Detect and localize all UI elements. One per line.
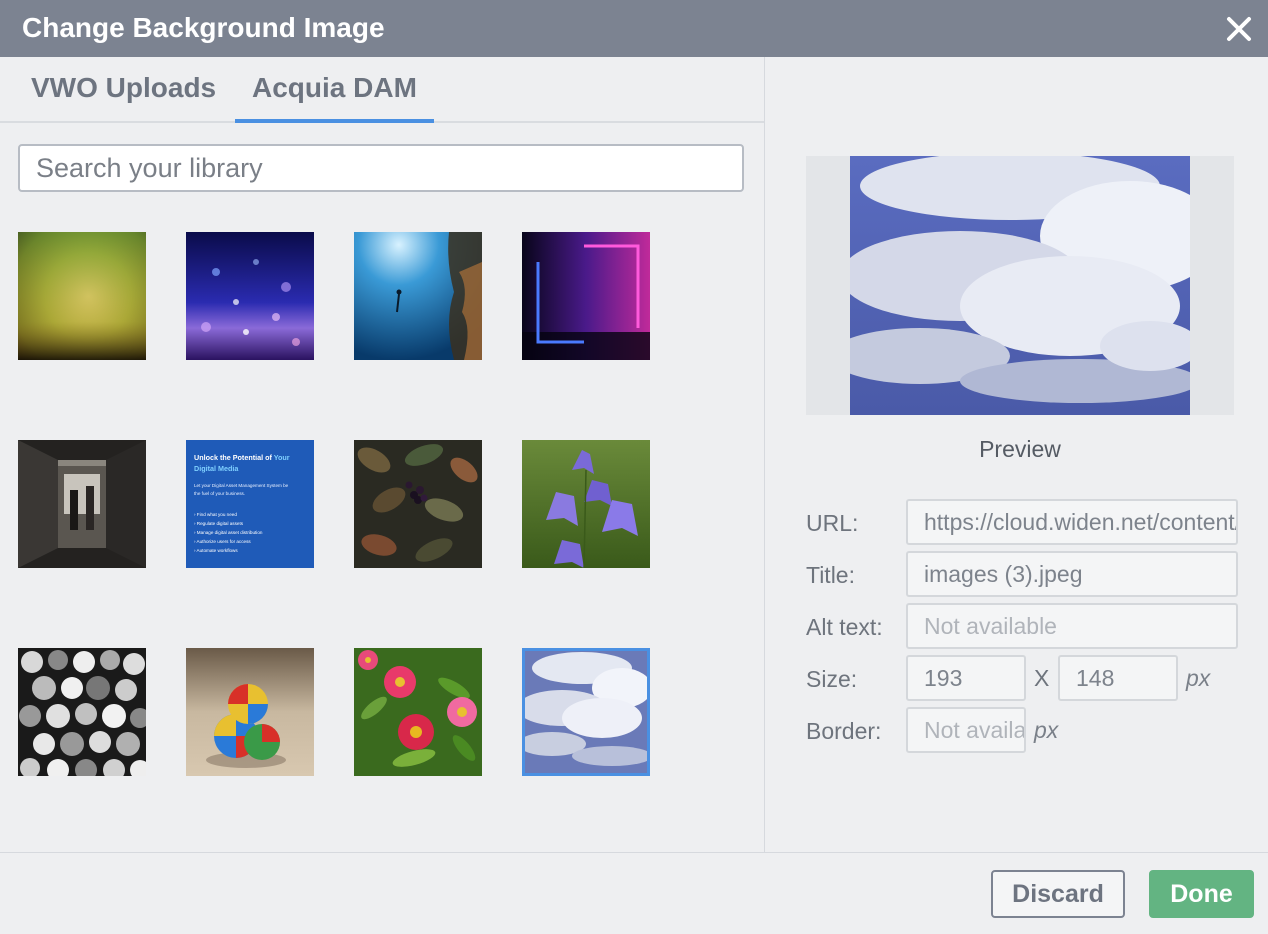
size-separator: X xyxy=(1034,665,1050,691)
preview-frame xyxy=(806,156,1234,415)
size-unit: px xyxy=(1186,665,1211,691)
svg-text:Let your Digital Asset Managem: Let your Digital Asset Management System… xyxy=(194,483,289,488)
thumb-dark-corridor[interactable] xyxy=(18,440,146,568)
border-label: Border: xyxy=(806,718,882,744)
thumb-leaves-berries[interactable] xyxy=(354,440,482,568)
svg-text:› Regulate digital assets: › Regulate digital assets xyxy=(194,521,244,526)
source-tabs: VWO Uploads Acquia DAM xyxy=(0,57,764,123)
thumb-purple-bellflowers[interactable] xyxy=(522,440,650,568)
panel-divider xyxy=(764,57,765,853)
title-field[interactable]: images (3).jpeg xyxy=(906,551,1238,597)
thumb-green-yellow-gradient[interactable] xyxy=(18,232,146,360)
active-tab-indicator xyxy=(235,119,434,123)
width-field[interactable]: 193 xyxy=(906,655,1026,701)
url-field[interactable]: https://cloud.widen.net/content/ xyxy=(906,499,1238,545)
svg-text:Digital Media: Digital Media xyxy=(194,464,239,473)
svg-text:› Automate workflows: › Automate workflows xyxy=(194,548,238,553)
dialog-titlebar: Change Background Image xyxy=(0,0,1268,57)
done-button[interactable]: Done xyxy=(1149,870,1254,918)
height-field[interactable]: 148 xyxy=(1058,655,1178,701)
alt-text-label: Alt text: xyxy=(806,614,883,640)
svg-text:› Authorize users for access: › Authorize users for access xyxy=(194,539,251,544)
thumb-juggling-ball[interactable] xyxy=(186,648,314,776)
svg-text:the fuel of your business.: the fuel of your business. xyxy=(194,491,245,496)
title-label: Title: xyxy=(806,562,855,588)
search-input[interactable] xyxy=(18,144,744,192)
thumb-bw-spheres[interactable] xyxy=(18,648,146,776)
preview-image xyxy=(850,156,1190,415)
tab-acquia-dam[interactable]: Acquia DAM xyxy=(252,71,417,105)
dialog-title: Change Background Image xyxy=(22,12,385,43)
close-icon[interactable] xyxy=(1222,12,1256,46)
thumb-underwater-diver[interactable] xyxy=(354,232,482,360)
border-unit: px xyxy=(1034,717,1059,743)
tab-vwo-uploads[interactable]: VWO Uploads xyxy=(31,71,216,105)
svg-text:Unlock the Potential of Your: Unlock the Potential of Your xyxy=(194,453,290,462)
thumb-neon-frame[interactable] xyxy=(522,232,650,360)
svg-text:› Manage digital asset distrib: › Manage digital asset distribution xyxy=(194,530,263,535)
thumb-dam-promo[interactable]: Unlock the Potential of Your Digital Med… xyxy=(186,440,314,568)
url-label: URL: xyxy=(806,510,859,536)
footer-divider xyxy=(0,852,1268,853)
thumb-purple-bokeh[interactable] xyxy=(186,232,314,360)
svg-text:› Find what you need: › Find what you need xyxy=(194,512,237,517)
preview-label: Preview xyxy=(979,436,1061,462)
border-field[interactable]: Not available xyxy=(906,707,1026,753)
change-background-dialog: Change Background Image VWO Uploads Acqu… xyxy=(0,0,1268,934)
thumb-pink-flowers[interactable] xyxy=(354,648,482,776)
thumb-clouds[interactable] xyxy=(522,648,650,776)
alt-text-field[interactable]: Not available xyxy=(906,603,1238,649)
size-label: Size: xyxy=(806,666,858,692)
discard-button[interactable]: Discard xyxy=(991,870,1125,918)
